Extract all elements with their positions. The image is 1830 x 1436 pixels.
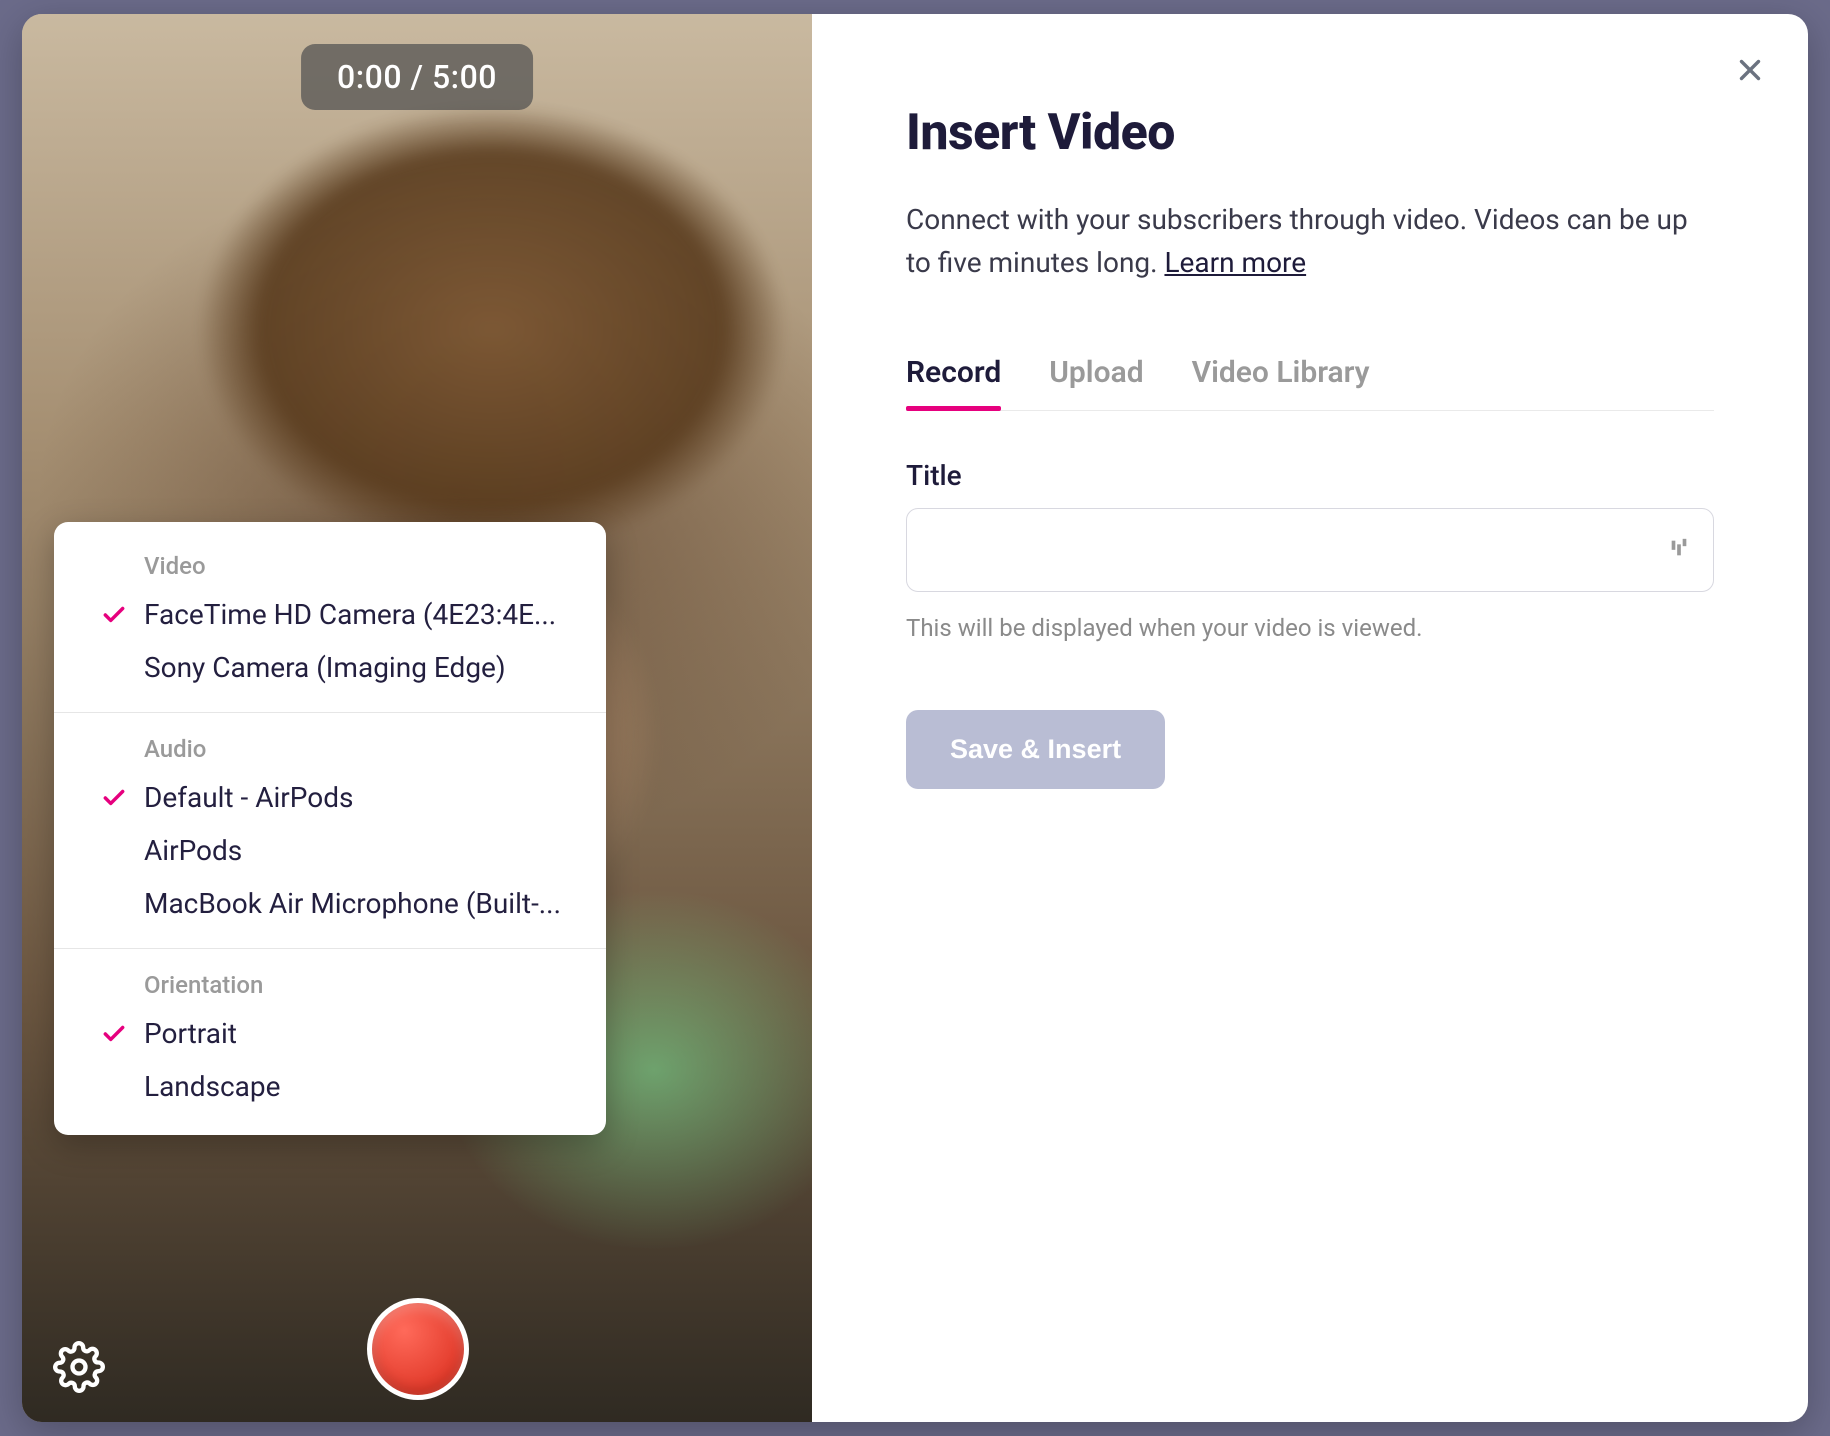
video-section-heading: Video [54, 552, 606, 588]
close-button[interactable] [1730, 50, 1770, 90]
check-icon [84, 785, 144, 811]
tabs: Record Upload Video Library [906, 355, 1714, 411]
input-suffix-icon [1668, 537, 1690, 563]
video-device-option[interactable]: Sony Camera (Imaging Edge) [54, 641, 606, 694]
record-button[interactable] [367, 1298, 469, 1400]
tab-record[interactable]: Record [906, 355, 1001, 410]
audio-device-option[interactable]: Default - AirPods [54, 771, 606, 824]
learn-more-link[interactable]: Learn more [1164, 246, 1306, 279]
video-preview-pane: 0:00 / 5:00 Video FaceTime HD Camera (4E… [22, 14, 812, 1422]
audio-device-label: AirPods [144, 834, 242, 867]
gear-icon [53, 1341, 105, 1393]
video-devices-section: Video FaceTime HD Camera (4E23:4E... Son… [54, 544, 606, 706]
recording-timer: 0:00 / 5:00 [301, 44, 533, 110]
close-icon [1733, 53, 1767, 87]
insert-video-modal: 0:00 / 5:00 Video FaceTime HD Camera (4E… [22, 14, 1808, 1422]
title-input-wrap [906, 508, 1714, 592]
content-pane: Insert Video Connect with your subscribe… [812, 14, 1808, 1422]
title-field-label: Title [906, 459, 1714, 492]
audio-device-label: MacBook Air Microphone (Built-... [144, 887, 561, 920]
tab-upload[interactable]: Upload [1049, 355, 1143, 410]
video-device-label: FaceTime HD Camera (4E23:4E... [144, 598, 556, 631]
check-icon [84, 1021, 144, 1047]
title-input[interactable] [906, 508, 1714, 592]
audio-device-label: Default - AirPods [144, 781, 353, 814]
modal-title: Insert Video [906, 104, 1714, 162]
settings-gear-button[interactable] [50, 1338, 108, 1396]
audio-device-option[interactable]: AirPods [54, 824, 606, 877]
title-helper-text: This will be displayed when your video i… [906, 614, 1714, 642]
orientation-option[interactable]: Portrait [54, 1007, 606, 1060]
orientation-label: Landscape [144, 1070, 280, 1103]
video-device-label: Sony Camera (Imaging Edge) [144, 651, 506, 684]
orientation-section-heading: Orientation [54, 971, 606, 1007]
orientation-label: Portrait [144, 1017, 237, 1050]
audio-device-option[interactable]: MacBook Air Microphone (Built-... [54, 877, 606, 930]
audio-devices-section: Audio Default - AirPods AirPods MacBook … [54, 712, 606, 942]
device-settings-popover: Video FaceTime HD Camera (4E23:4E... Son… [54, 522, 606, 1135]
save-insert-button[interactable]: Save & Insert [906, 710, 1165, 789]
video-device-option[interactable]: FaceTime HD Camera (4E23:4E... [54, 588, 606, 641]
orientation-option[interactable]: Landscape [54, 1060, 606, 1113]
check-icon [84, 602, 144, 628]
audio-section-heading: Audio [54, 735, 606, 771]
orientation-section: Orientation Portrait Landscape [54, 948, 606, 1125]
tab-video-library[interactable]: Video Library [1192, 355, 1370, 410]
modal-description: Connect with your subscribers through vi… [906, 198, 1714, 285]
